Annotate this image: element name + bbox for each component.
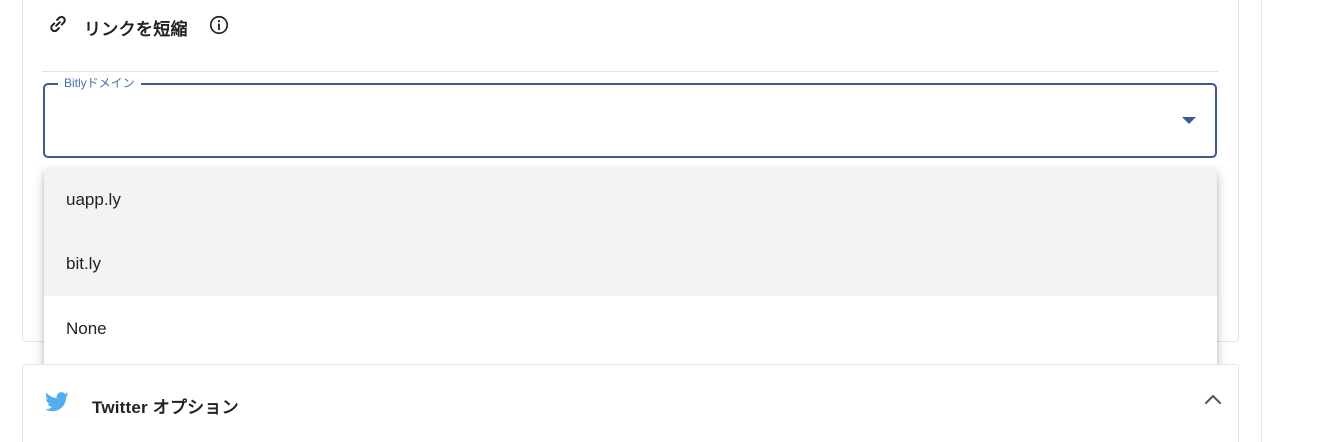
bitly-domain-label: Bitlyドメイン	[64, 76, 135, 90]
info-icon[interactable]	[208, 14, 230, 36]
twitter-options-title: Twitter オプション	[92, 398, 239, 417]
right-divider	[1261, 0, 1262, 442]
chevron-up-icon[interactable]	[1204, 393, 1222, 405]
link-icon	[50, 15, 66, 33]
shorten-link-header: リンクを短縮	[23, 1, 1238, 53]
menu-option-none[interactable]: None	[44, 296, 1217, 370]
bitly-domain-label-wrap: Bitlyドメイン	[58, 75, 141, 91]
bitly-domain-select[interactable]	[43, 83, 1217, 158]
menu-option-bit-ly[interactable]: bit.ly	[44, 232, 1217, 296]
twitter-options-card[interactable]: Twitter オプション	[22, 364, 1239, 442]
menu-option-uapp-ly[interactable]: uapp.ly	[44, 168, 1217, 232]
dropdown-arrow-icon[interactable]	[1182, 117, 1196, 124]
stage: リンクを短縮 Bitlyドメイン uapp.ly bit.ly None Twi…	[0, 0, 1320, 442]
bitly-domain-menu: uapp.ly bit.ly None	[44, 168, 1217, 370]
shorten-link-title: リンクを短縮	[84, 20, 188, 39]
header-divider	[42, 71, 1218, 72]
twitter-bird-icon	[45, 392, 69, 412]
